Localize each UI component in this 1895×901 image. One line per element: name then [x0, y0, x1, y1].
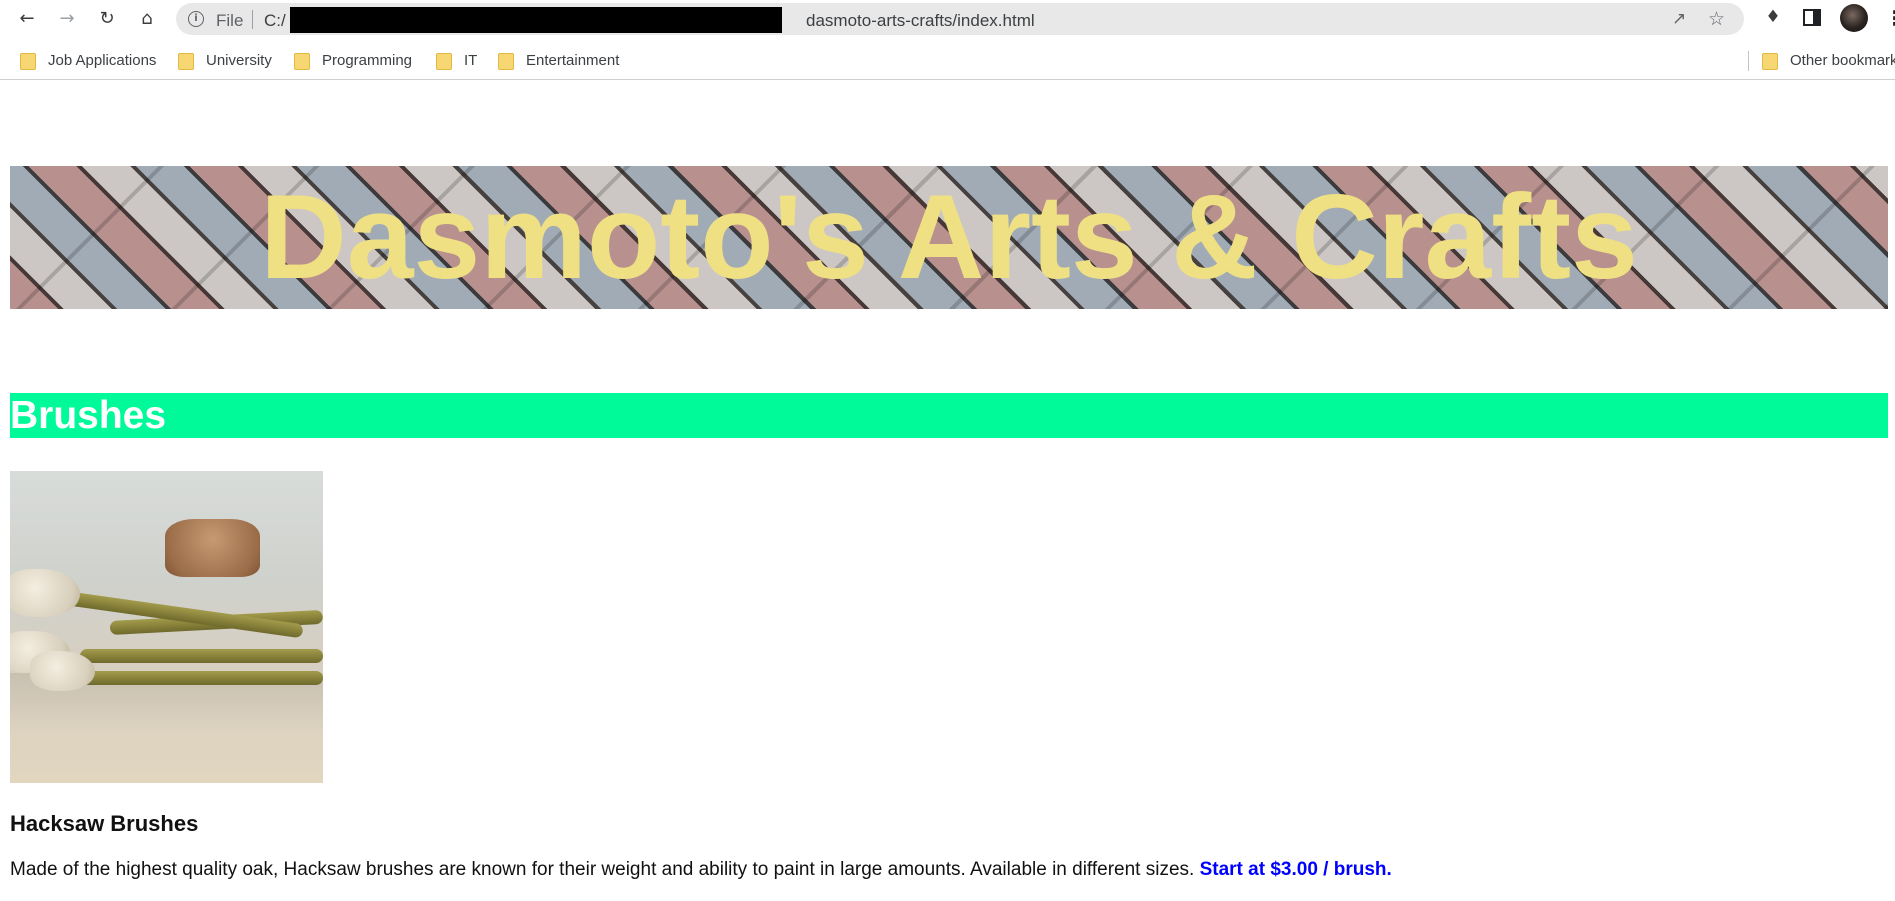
kebab-menu-icon[interactable]: ⋮	[1885, 6, 1895, 30]
folder-icon	[20, 52, 36, 70]
avatar[interactable]	[1840, 4, 1868, 32]
product-description-text: Made of the highest quality oak, Hacksaw…	[10, 859, 1195, 880]
info-icon[interactable]: i	[188, 11, 204, 27]
product-description: Made of the highest quality oak, Hacksaw…	[10, 859, 1392, 881]
brush-bristles	[165, 519, 260, 577]
browser-toolbar: ← → ↻ ⌂ i File C:/ dasmoto-arts-crafts/i…	[0, 0, 1895, 36]
page-title: Dasmoto's Arts & Crafts	[260, 170, 1638, 304]
section-header: Brushes	[10, 393, 1888, 438]
folder-icon	[498, 52, 514, 70]
folder-icon	[1762, 52, 1778, 70]
brushes-image	[10, 471, 323, 783]
bookmarks-divider	[1748, 51, 1749, 71]
back-arrow-icon[interactable]: ←	[14, 5, 40, 31]
url-path: dasmoto-arts-crafts/index.html	[806, 11, 1035, 30]
brush-bristles	[10, 569, 80, 617]
puzzle-piece-icon[interactable]: ♦	[1762, 7, 1784, 29]
folder-icon	[294, 52, 310, 70]
bookmark-job-applications[interactable]: Job Applications	[20, 49, 156, 71]
section-heading: Brushes	[10, 394, 167, 437]
star-icon[interactable]: ☆	[1708, 8, 1725, 30]
banner: Dasmoto's Arts & Crafts	[10, 166, 1888, 309]
bookmark-label: Entertainment	[526, 51, 620, 69]
share-icon[interactable]: ↗	[1672, 9, 1686, 29]
address-bar[interactable]: i File C:/ dasmoto-arts-crafts/index.htm…	[176, 3, 1744, 35]
product-title: Hacksaw Brushes	[10, 811, 199, 836]
bookmark-label: Programming	[322, 51, 413, 69]
redacted-path	[290, 7, 782, 33]
bookmark-other-bookmarks[interactable]: Other bookmarks	[1762, 49, 1895, 71]
brush-bristles	[30, 651, 95, 691]
bookmarks-bar: Job Applications University Programming …	[0, 40, 1895, 80]
home-icon[interactable]: ⌂	[134, 5, 160, 31]
bookmark-label: Job Applications	[48, 51, 157, 69]
bookmark-label: Other bookmarks	[1790, 51, 1895, 69]
folder-icon	[178, 52, 194, 70]
address-separator	[252, 10, 253, 29]
product-price: Start at $3.00 / brush.	[1199, 859, 1392, 880]
bookmark-university[interactable]: University	[178, 49, 272, 71]
bookmark-label: IT	[464, 51, 478, 69]
reload-icon[interactable]: ↻	[94, 5, 120, 31]
bookmark-entertainment[interactable]: Entertainment	[498, 49, 619, 71]
forward-arrow-icon[interactable]: →	[54, 5, 80, 31]
brush-handle	[80, 649, 323, 663]
bookmark-it[interactable]: IT	[436, 49, 477, 71]
side-panel-icon[interactable]	[1803, 9, 1821, 26]
folder-icon	[436, 52, 452, 70]
bookmark-programming[interactable]: Programming	[294, 49, 412, 71]
url-prefix: C:/	[264, 11, 286, 30]
scheme-label: File	[216, 11, 244, 30]
bookmark-label: University	[206, 51, 272, 69]
page-content: Dasmoto's Arts & Crafts Brushes Hacksaw …	[0, 81, 1895, 901]
